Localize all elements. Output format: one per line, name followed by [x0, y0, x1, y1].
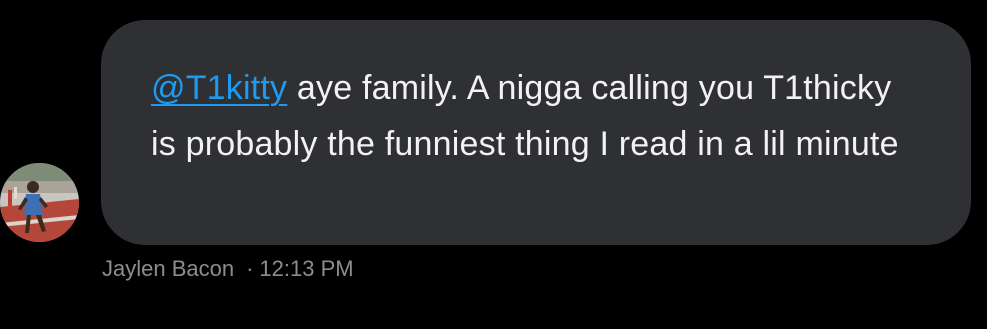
mention-link[interactable]: @T1kitty	[151, 69, 287, 107]
sender-name[interactable]: Jaylen Bacon	[102, 256, 234, 281]
meta-separator: ·	[246, 256, 254, 281]
message-meta: Jaylen Bacon · 12:13 PM	[102, 256, 354, 282]
message-timestamp: 12:13 PM	[259, 256, 354, 281]
message-text: @T1kitty aye family. A nigga calling you…	[151, 60, 911, 172]
avatar[interactable]	[0, 163, 79, 242]
runner-photo-avatar-icon	[0, 163, 79, 242]
message-bubble[interactable]: @T1kitty aye family. A nigga calling you…	[101, 20, 971, 245]
